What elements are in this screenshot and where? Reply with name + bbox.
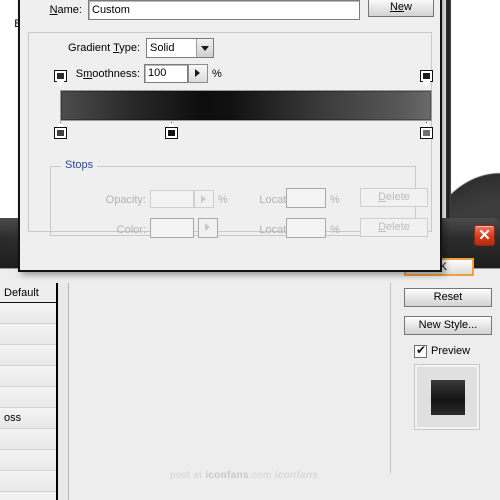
styles-list[interactable]: Default oss	[0, 283, 56, 500]
stop-opacity-stepper-arrow-icon[interactable]	[194, 190, 214, 208]
new-button[interactable]: New	[368, 0, 434, 17]
list-item[interactable]	[0, 429, 56, 450]
opacity-stop[interactable]	[420, 70, 433, 87]
color-stop[interactable]	[420, 122, 433, 139]
smoothness-stepper-arrow-icon[interactable]	[188, 64, 208, 83]
watermark-prefix: post at	[170, 470, 206, 481]
opacity-stop-tip	[422, 81, 431, 87]
close-icon[interactable]: ✕	[474, 225, 495, 246]
list-item-emboss[interactable]: oss	[0, 408, 56, 429]
stop-color-label: Color:	[116, 224, 146, 236]
gradient-type-value: Solid	[150, 42, 175, 54]
list-item[interactable]	[0, 366, 56, 387]
smoothness-input[interactable]: 100	[144, 64, 188, 83]
name-input[interactable]: Custom	[88, 0, 360, 20]
styles-panel-gap	[58, 283, 68, 500]
stop-opacity-label: Opacity:	[105, 194, 146, 206]
location-input-2[interactable]	[286, 218, 326, 238]
gradient-type-select[interactable]: Solid	[146, 38, 214, 58]
location-input-1[interactable]	[286, 188, 326, 208]
style-preview-box	[414, 364, 480, 430]
gradient-editor-dialog: Name: Custom New Gradient Type: Solid Sm…	[18, 0, 442, 272]
close-glyph: ✕	[478, 227, 491, 244]
stop-opacity-unit: %	[218, 194, 228, 206]
opacity-stop-swatch	[54, 70, 67, 82]
watermark-brand: iconfans	[205, 470, 249, 481]
name-label: Name:	[49, 4, 82, 16]
color-stop-swatch	[420, 127, 433, 139]
reset-button[interactable]: Reset	[404, 288, 492, 307]
watermark-logo: iconfans	[274, 470, 319, 481]
gradient-type-label: Gradient Type:	[68, 42, 140, 54]
color-stop-swatch	[165, 127, 178, 139]
list-item[interactable]	[0, 345, 56, 366]
color-stop[interactable]	[165, 122, 178, 139]
list-item[interactable]	[0, 450, 56, 471]
location-unit-1: %	[330, 194, 340, 206]
stop-color-swatch[interactable]	[150, 218, 194, 238]
opacity-stop[interactable]	[54, 70, 67, 87]
preview-checkbox[interactable]	[414, 343, 427, 358]
panel-divider-right	[390, 283, 391, 473]
delete-opacity-stop-button[interactable]: Delete	[360, 188, 428, 207]
gradient-ramp[interactable]	[60, 90, 432, 121]
watermark-suffix: .com	[248, 470, 272, 481]
color-stop-swatch	[54, 127, 67, 139]
list-item[interactable]	[0, 303, 56, 324]
watermark: post at iconfans.com iconfans	[170, 470, 370, 481]
style-preview-swatch	[431, 380, 465, 415]
color-stop[interactable]	[54, 122, 67, 139]
list-item[interactable]	[0, 387, 56, 408]
location-unit-2: %	[330, 224, 340, 236]
list-item[interactable]	[0, 324, 56, 345]
preview-label: Preview	[431, 345, 471, 357]
chevron-down-icon[interactable]	[196, 39, 213, 57]
list-item[interactable]	[0, 471, 56, 492]
styles-panel-rule	[68, 283, 69, 500]
new-style-button[interactable]: New Style...	[404, 316, 492, 335]
list-item[interactable]	[0, 492, 56, 500]
delete-color-stop-button[interactable]: Delete	[360, 218, 428, 237]
opacity-stop-tip	[56, 81, 65, 87]
opacity-stop-swatch	[420, 70, 433, 82]
color-picker-arrow-icon[interactable]	[198, 218, 218, 238]
stop-opacity-input[interactable]	[150, 190, 194, 208]
styles-list-header: Default	[0, 283, 56, 303]
smoothness-unit: %	[212, 68, 222, 80]
smoothness-label: Smoothness:	[75, 68, 140, 80]
stops-legend: Stops	[61, 159, 98, 171]
